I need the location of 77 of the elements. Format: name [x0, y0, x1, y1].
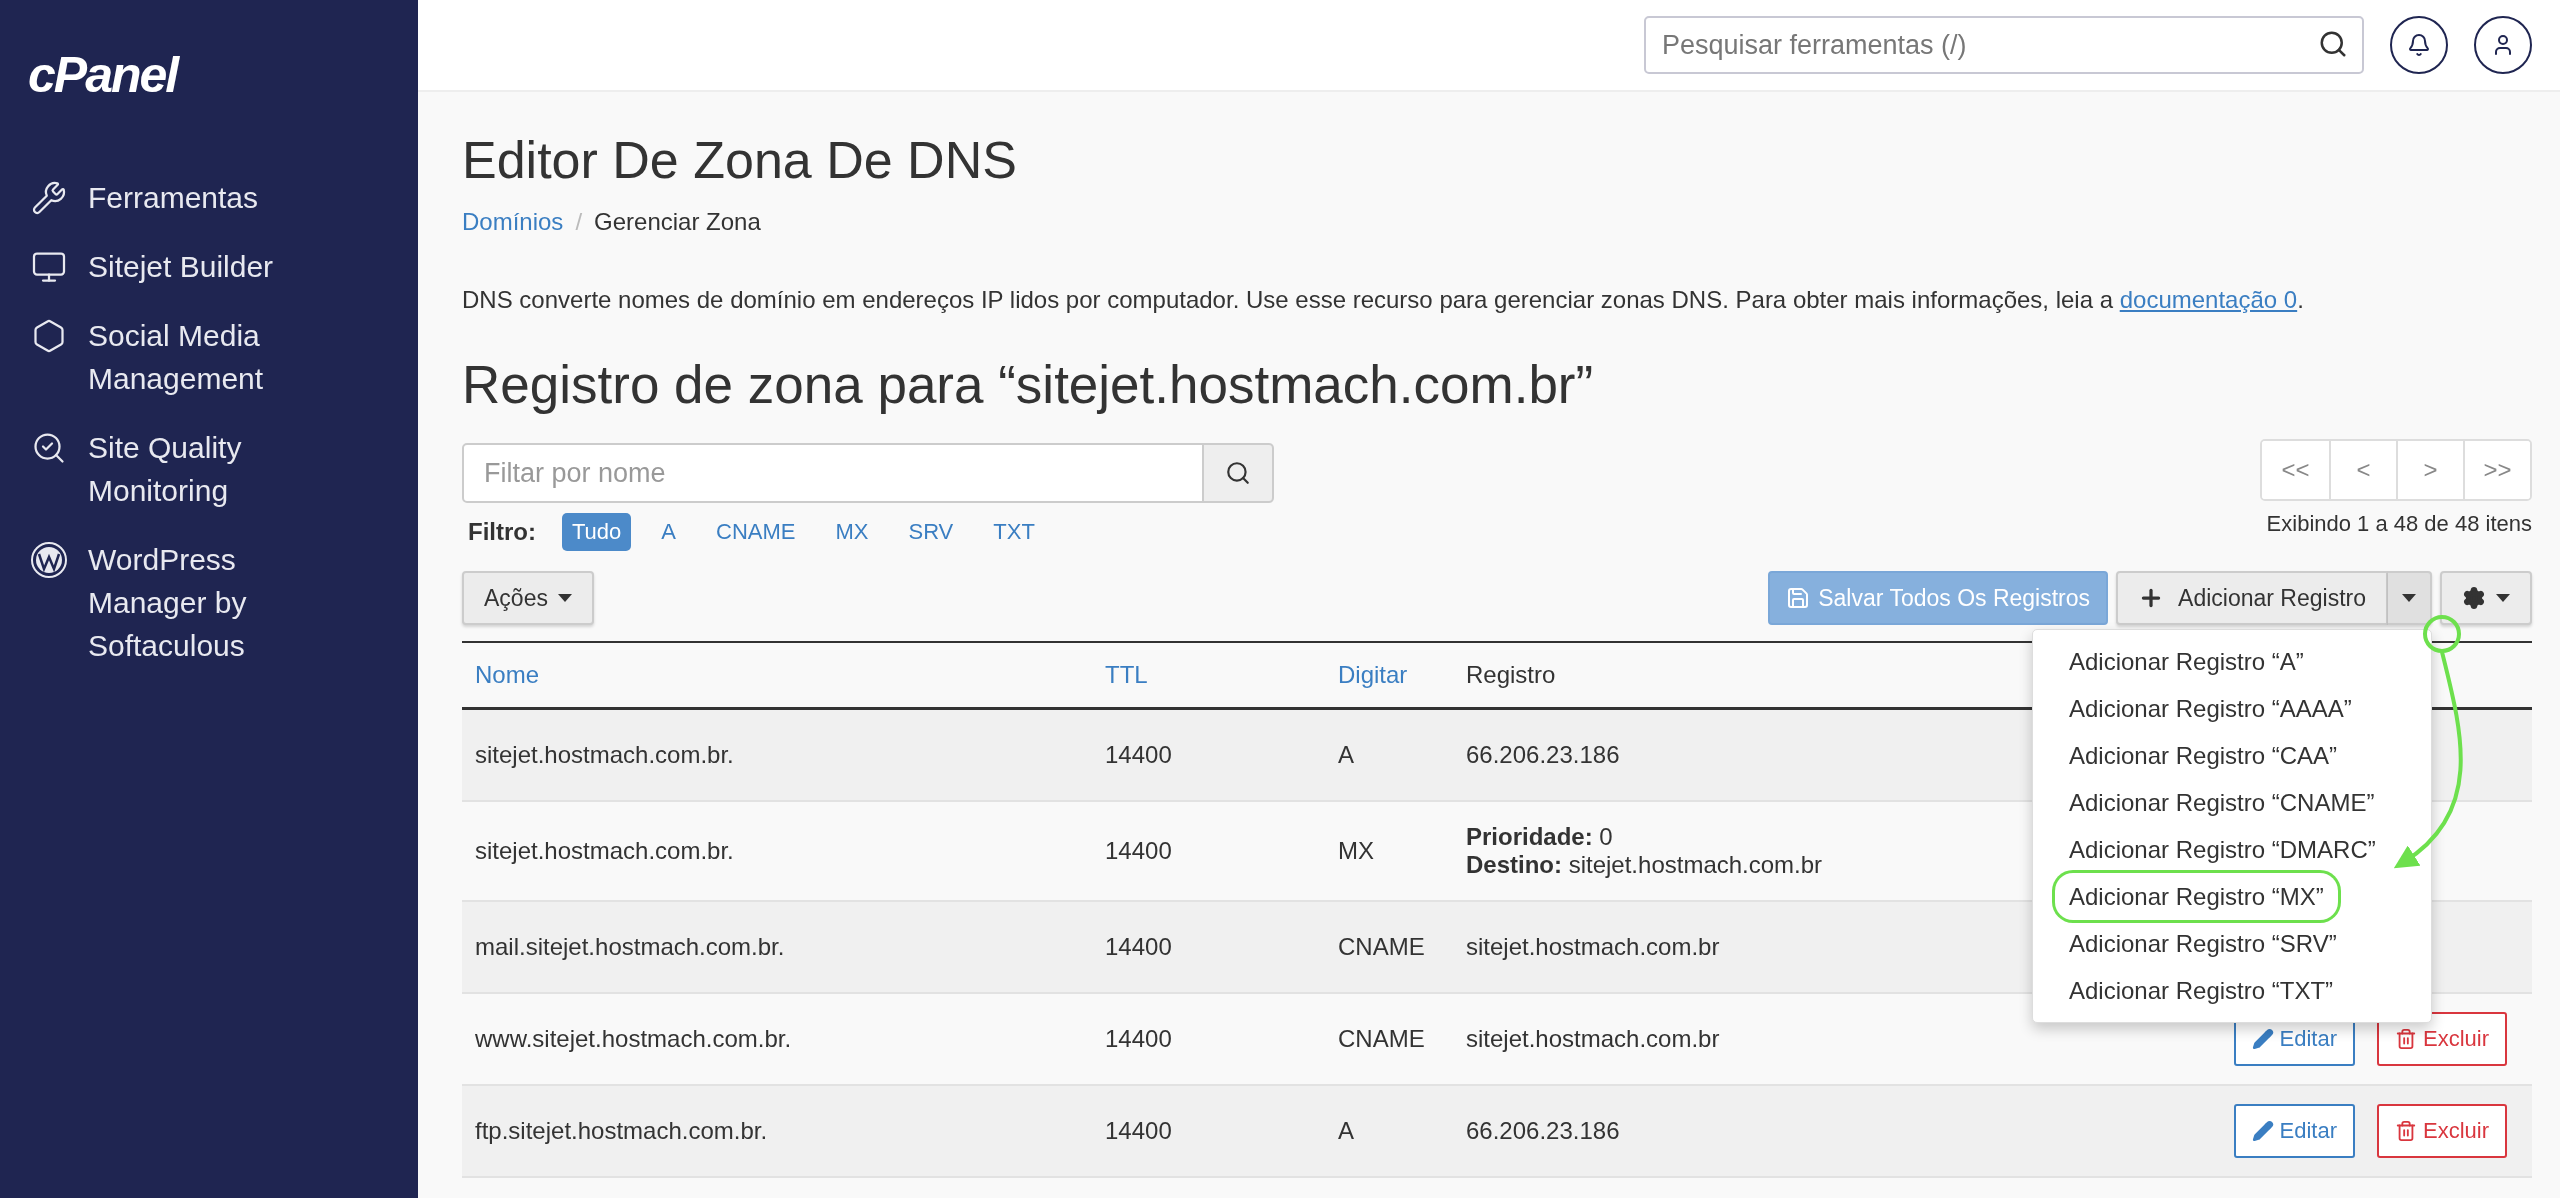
table-cell: sitejet.hostmach.com.br.: [462, 708, 1092, 801]
search-icon: [2318, 29, 2348, 59]
page-button[interactable]: >>: [2463, 441, 2530, 499]
menu-item[interactable]: Adicionar Registro “TXT”: [2055, 967, 2348, 1014]
filter-chip[interactable]: SRV: [898, 513, 964, 551]
sidebar-item[interactable]: WordPress Manager by Softaculous: [28, 538, 328, 667]
search-field[interactable]: Pesquisar ferramentas (/): [1644, 16, 2364, 74]
filter-label: Filtro:: [468, 518, 536, 546]
caret-icon: [2496, 594, 2510, 602]
table-cell: CNAME: [1325, 900, 1453, 993]
add-record-button[interactable]: Adicionar Registro: [2116, 571, 2388, 625]
settings-icon: [2462, 586, 2486, 610]
table-cell: MX: [1325, 800, 1453, 901]
trash-icon: [2395, 1027, 2417, 1050]
description-text: DNS converte nomes de domínio em endereços IP lidos por computador. Use esse recurso para gerenciar zonas DNS. Para obter mais informações, leia a documentação 0.: [462, 286, 2304, 314]
table-cell: www.sitejet.hostmach.com.br.: [462, 992, 1092, 1085]
menu-item[interactable]: Adicionar Registro “A”: [2055, 638, 2318, 685]
table-cell: 14400: [1092, 800, 1325, 901]
table-cell: 66.206.23.186: [1453, 1084, 2048, 1177]
search-button[interactable]: [1204, 443, 1274, 503]
breadcrumb-current: Gerenciar Zona: [594, 208, 761, 236]
menu-item[interactable]: Adicionar Registro “MX”: [2055, 873, 2338, 920]
search-icon: [1225, 460, 1251, 486]
table-cell: CNAME: [1325, 992, 1453, 1085]
filter-field[interactable]: Filtar por nome: [462, 443, 1204, 503]
filter-chip[interactable]: Tudo: [562, 513, 632, 551]
table-cell: sitejet.hostmach.com.br: [1453, 992, 2048, 1085]
table-cell: 14400: [1092, 1084, 1325, 1177]
logo[interactable]: cPanel: [28, 46, 178, 104]
delete-button[interactable]: Excluir: [2377, 1011, 2507, 1066]
sidebar-item[interactable]: Site Quality Monitoring: [28, 426, 328, 512]
actions-button[interactable]: Ações: [462, 571, 594, 625]
item-count: Exibindo 1 a 48 de 48 itens: [2266, 511, 2532, 537]
menu-item[interactable]: Adicionar Registro “CAA”: [2055, 732, 2352, 779]
hexagon-icon: [31, 317, 67, 354]
bell-icon: [2407, 33, 2431, 57]
breadcrumb-link[interactable]: Domínios: [462, 208, 564, 236]
delete-button[interactable]: Excluir: [2377, 1103, 2507, 1158]
table-cell: A: [1325, 708, 1453, 801]
menu-item[interactable]: Adicionar Registro “AAAA”: [2055, 685, 2366, 732]
sidebar-item[interactable]: Social Media Management: [28, 314, 328, 400]
notifications-button[interactable]: [2390, 16, 2448, 74]
caret-icon: [2402, 594, 2416, 602]
wrench-icon: [31, 179, 67, 216]
table-cell: 14400: [1092, 900, 1325, 993]
menu-item[interactable]: Adicionar Registro “CNAME”: [2055, 779, 2389, 826]
table-cell: sitejet.hostmach.com.br: [1453, 900, 2048, 993]
sidebar-item[interactable]: Ferramentas: [28, 176, 328, 219]
add-menu-toggle[interactable]: [2388, 571, 2432, 625]
table-cell: sitejet.hostmach.com.br.: [462, 800, 1092, 901]
sidebar-item[interactable]: Sitejet Builder: [28, 245, 328, 288]
documentation-link[interactable]: documentação 0: [2119, 286, 2298, 313]
zone-heading: Registro de zona para “sitejet.hostmach.com.br”: [462, 354, 1594, 415]
table-cell: 66.206.23.186: [1453, 708, 2048, 801]
circle-logo-icon: [30, 540, 68, 579]
settings-button[interactable]: [2440, 571, 2532, 625]
table-cell: 14400: [1092, 708, 1325, 801]
user-button[interactable]: [2474, 16, 2532, 74]
table-cell: Prioridade: 0 Destino: sitejet.hostmach.com.br: [1453, 800, 2048, 901]
menu-item[interactable]: Adicionar Registro “DMARC”: [2055, 826, 2390, 873]
page-title: Editor De Zona De DNS: [462, 130, 1017, 190]
trash-icon: [2395, 1119, 2417, 1142]
edit-button[interactable]: Editar: [2233, 1103, 2355, 1158]
menu-item[interactable]: Adicionar Registro “SRV”: [2055, 920, 2351, 967]
pencil-icon: [2251, 1119, 2274, 1142]
save-icon: [1786, 586, 1811, 610]
caret-icon: [557, 594, 572, 602]
filter-chip[interactable]: MX: [825, 513, 879, 551]
pencil-icon: [2251, 1027, 2274, 1050]
table-cell: 14400: [1092, 992, 1325, 1085]
filter-chip[interactable]: TXT: [983, 513, 1045, 551]
table-cell: ftp.sitejet.hostmach.com.br.: [462, 1084, 1092, 1177]
table-cell: mail.sitejet.hostmach.com.br.: [462, 900, 1092, 993]
table-cell: A: [1325, 1084, 1453, 1177]
filter-chip[interactable]: A: [651, 513, 686, 551]
filter-chip[interactable]: CNAME: [706, 513, 806, 551]
breadcrumb-separator: /: [575, 208, 583, 236]
